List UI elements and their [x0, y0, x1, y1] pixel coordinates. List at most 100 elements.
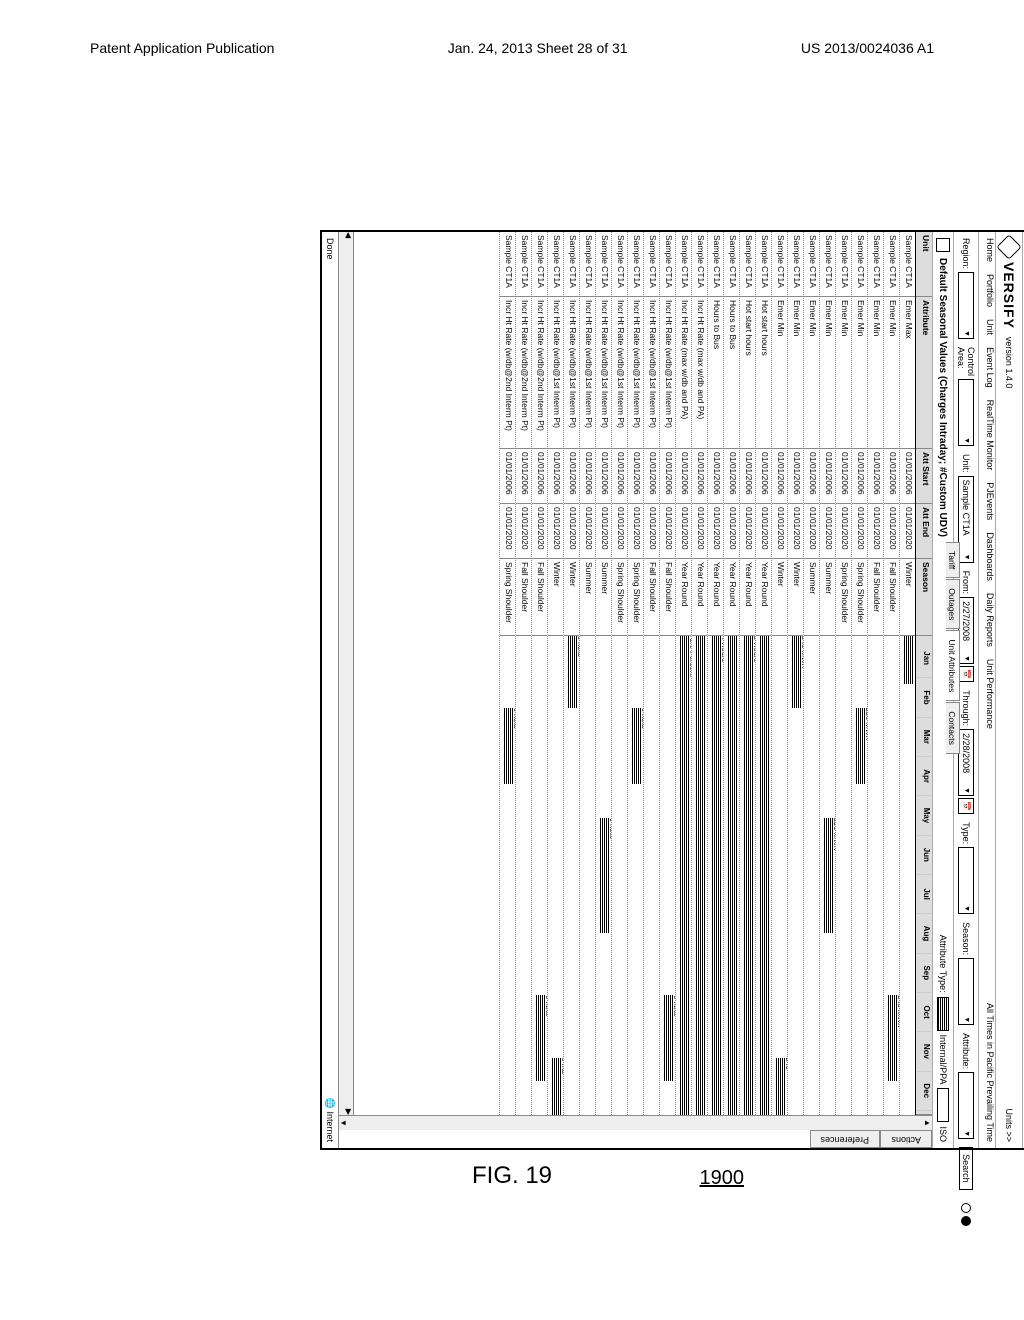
- control-area-dropdown[interactable]: [958, 379, 974, 446]
- gantt-bar[interactable]: 0 nbtu: [504, 708, 513, 785]
- month-nov: Nov: [917, 1032, 931, 1071]
- gantt-cell: [612, 636, 627, 1115]
- gantt-bar-label: 0 nbtu: [512, 708, 515, 729]
- cell-attribute: Incr Ht Rate (max w/db and PA): [676, 297, 691, 449]
- table-row[interactable]: Sample CT1AHot start hours01/01/200601/0…: [739, 232, 755, 1115]
- cell-attribute: Incr Ht Rate (w/db@1st Interm Pt): [580, 297, 595, 449]
- tab-outages[interactable]: Outages: [946, 579, 960, 629]
- gantt-bar[interactable]: [904, 636, 913, 684]
- cell-start: 01/01/2006: [804, 449, 819, 504]
- gantt-bar[interactable]: [696, 636, 705, 1115]
- cell-end: 01/01/2020: [644, 504, 659, 559]
- through-label: Through:: [961, 690, 971, 726]
- side-tabs: ActionsPreferences: [339, 1130, 932, 1148]
- col-att-start[interactable]: Att Start: [916, 449, 932, 504]
- table-row[interactable]: Sample CT1AIncr Ht Rate (w/db@1st Interm…: [563, 232, 579, 1115]
- cell-end: 01/01/2020: [660, 504, 675, 559]
- region-dropdown[interactable]: [958, 272, 974, 339]
- table-row[interactable]: Sample CT1AIncr Ht Rate (w/db@1st Interm…: [611, 232, 627, 1115]
- gantt-bar[interactable]: [728, 636, 737, 1115]
- tab-unit-attributes[interactable]: Unit Attributes: [946, 630, 960, 701]
- vertical-scrollbar[interactable]: [339, 1115, 932, 1130]
- table-row[interactable]: Sample CT1AIncr Ht Rate (max w/db and PA…: [675, 232, 691, 1115]
- nav-home[interactable]: Home: [985, 238, 995, 262]
- gantt-bar[interactable]: 0 nbtu: [664, 995, 673, 1081]
- col-season[interactable]: Season: [916, 559, 932, 636]
- table-row[interactable]: Sample CT1AHot start hours01/01/200601/0…: [755, 232, 771, 1115]
- table-row[interactable]: Sample CT1AEmer Min01/01/200601/01/2020S…: [803, 232, 819, 1115]
- nav-daily-reports[interactable]: Daily Reports: [985, 593, 995, 647]
- cell-attribute: Incr Ht Rate (max w/db and PA): [692, 297, 707, 449]
- table-row[interactable]: Sample CT1AIncr Ht Rate (w/db@1st Interm…: [643, 232, 659, 1115]
- col-att-end[interactable]: Att End: [916, 504, 932, 559]
- gantt-bar[interactable]: -3.0 Percent: [680, 636, 689, 1115]
- table-row[interactable]: Sample CT1AEmer Min01/01/200601/01/2020W…: [787, 232, 803, 1115]
- table-row[interactable]: Sample CT1AEmer Min01/01/200601/01/2020W…: [771, 232, 787, 1115]
- nav-pjevents[interactable]: PJEvents: [985, 482, 995, 520]
- gantt-bar[interactable]: 0 nbtu: [536, 995, 545, 1081]
- season-dropdown[interactable]: [958, 958, 974, 1025]
- gantt-bar[interactable]: 2 Hours: [744, 636, 753, 1115]
- gantt-bar-label: 245 MWh: [800, 636, 803, 668]
- table-row[interactable]: Sample CT1AIncr Ht Rate (w/db@1st Interm…: [627, 232, 643, 1115]
- table-row[interactable]: Sample CT1AIncr Ht Rate (w/db@1st Interm…: [547, 232, 563, 1115]
- table-row[interactable]: Sample CT1AIncr Ht Rate (w/db@2nd Interm…: [515, 232, 531, 1115]
- table-row[interactable]: Sample CT1AIncr Ht Rate (w/db@1st Interm…: [595, 232, 611, 1115]
- cell-unit: Sample CT1A: [564, 232, 579, 297]
- cell-start: 01/01/2006: [628, 449, 643, 504]
- attribute-dropdown[interactable]: [958, 1072, 974, 1139]
- type-dropdown[interactable]: [958, 847, 974, 914]
- gantt-bar[interactable]: 245: [776, 1058, 785, 1115]
- units-link[interactable]: Units >>: [1004, 1108, 1014, 1142]
- unit-dropdown[interactable]: Sample CT1A: [958, 476, 974, 563]
- nav-portfolio[interactable]: Portfolio: [985, 274, 995, 307]
- nav-event-log[interactable]: Event Log: [985, 347, 995, 388]
- col-attribute[interactable]: Attribute: [916, 297, 932, 449]
- col-unit[interactable]: Unit: [916, 232, 932, 297]
- horizontal-scrollbar[interactable]: [339, 232, 354, 1115]
- gantt-bar-label: 248 MWh: [896, 995, 899, 1027]
- times-note: All Times in Pacific Prevailing Time: [979, 1003, 995, 1142]
- gantt-bar[interactable]: 245 MWh: [792, 636, 801, 708]
- gantt-bar[interactable]: 220 MWh: [824, 818, 833, 933]
- gantt-bar[interactable]: 0 mb: [552, 1058, 561, 1115]
- from-date-input[interactable]: 2/27/2008: [958, 597, 974, 664]
- table-row[interactable]: Sample CT1AEmer Min01/01/200601/01/2020F…: [867, 232, 883, 1115]
- nav-unit-performance[interactable]: Unit Performance: [985, 659, 995, 729]
- side-tab-preferences[interactable]: Preferences: [810, 1130, 881, 1148]
- cell-end: 01/01/2020: [548, 504, 563, 559]
- through-calendar-icon[interactable]: 📅: [958, 798, 974, 814]
- table-row[interactable]: Sample CT1AHours to Bus01/01/200601/01/2…: [723, 232, 739, 1115]
- tab-tariff[interactable]: Tariff: [946, 542, 960, 578]
- table-row[interactable]: Sample CT1AEmer Min01/01/200601/01/2020S…: [819, 232, 835, 1115]
- table-row[interactable]: Sample CT1AIncr Ht Rate (w/db@1st Interm…: [659, 232, 675, 1115]
- gantt-bar[interactable]: 4 Hours: [712, 636, 721, 1115]
- gantt-bar[interactable]: 0 nbtu: [600, 818, 609, 933]
- from-calendar-icon[interactable]: 📅: [958, 666, 974, 682]
- gantt-bar[interactable]: [760, 636, 769, 1115]
- through-date-input[interactable]: 2/28/2008: [958, 729, 974, 796]
- nav-realtime-monitor[interactable]: RealTime Monitor: [985, 400, 995, 471]
- gantt-bar[interactable]: 228 MWh: [856, 708, 865, 785]
- gantt-bar[interactable]: 0 nbtu: [568, 636, 577, 708]
- table-row[interactable]: Sample CT1AIncr Ht Rate (w/db@2nd Interm…: [499, 232, 515, 1115]
- nav-unit[interactable]: Unit: [985, 319, 995, 335]
- nav-dashboards[interactable]: Dashboards: [985, 532, 995, 581]
- cell-unit: Sample CT1A: [596, 232, 611, 297]
- table-row[interactable]: Sample CT1AEmer Min01/01/200601/01/2020S…: [851, 232, 867, 1115]
- grid-icon[interactable]: [936, 238, 950, 252]
- cell-season: Fall Shoulder: [868, 559, 883, 636]
- table-row[interactable]: Sample CT1AIncr Ht Rate (max w/db and PA…: [691, 232, 707, 1115]
- gantt-bar[interactable]: 0 nbtu: [632, 708, 641, 785]
- month-mar: Mar: [917, 718, 931, 757]
- side-tab-actions[interactable]: Actions: [880, 1130, 932, 1148]
- table-row[interactable]: Sample CT1AEmer Max01/01/200601/01/2020W…: [899, 232, 915, 1115]
- table-row[interactable]: Sample CT1AEmer Min01/01/200601/01/2020F…: [883, 232, 899, 1115]
- tab-contacts[interactable]: Contacts: [946, 702, 960, 754]
- table-row[interactable]: Sample CT1AHours to Bus01/01/200601/01/2…: [707, 232, 723, 1115]
- table-row[interactable]: Sample CT1AEmer Min01/01/200601/01/2020S…: [835, 232, 851, 1115]
- cell-attribute: Emer Min: [868, 297, 883, 449]
- table-row[interactable]: Sample CT1AIncr Ht Rate (w/db@2nd Interm…: [531, 232, 547, 1115]
- table-row[interactable]: Sample CT1AIncr Ht Rate (w/db@1st Interm…: [579, 232, 595, 1115]
- gantt-bar[interactable]: 248 MWh: [888, 995, 897, 1081]
